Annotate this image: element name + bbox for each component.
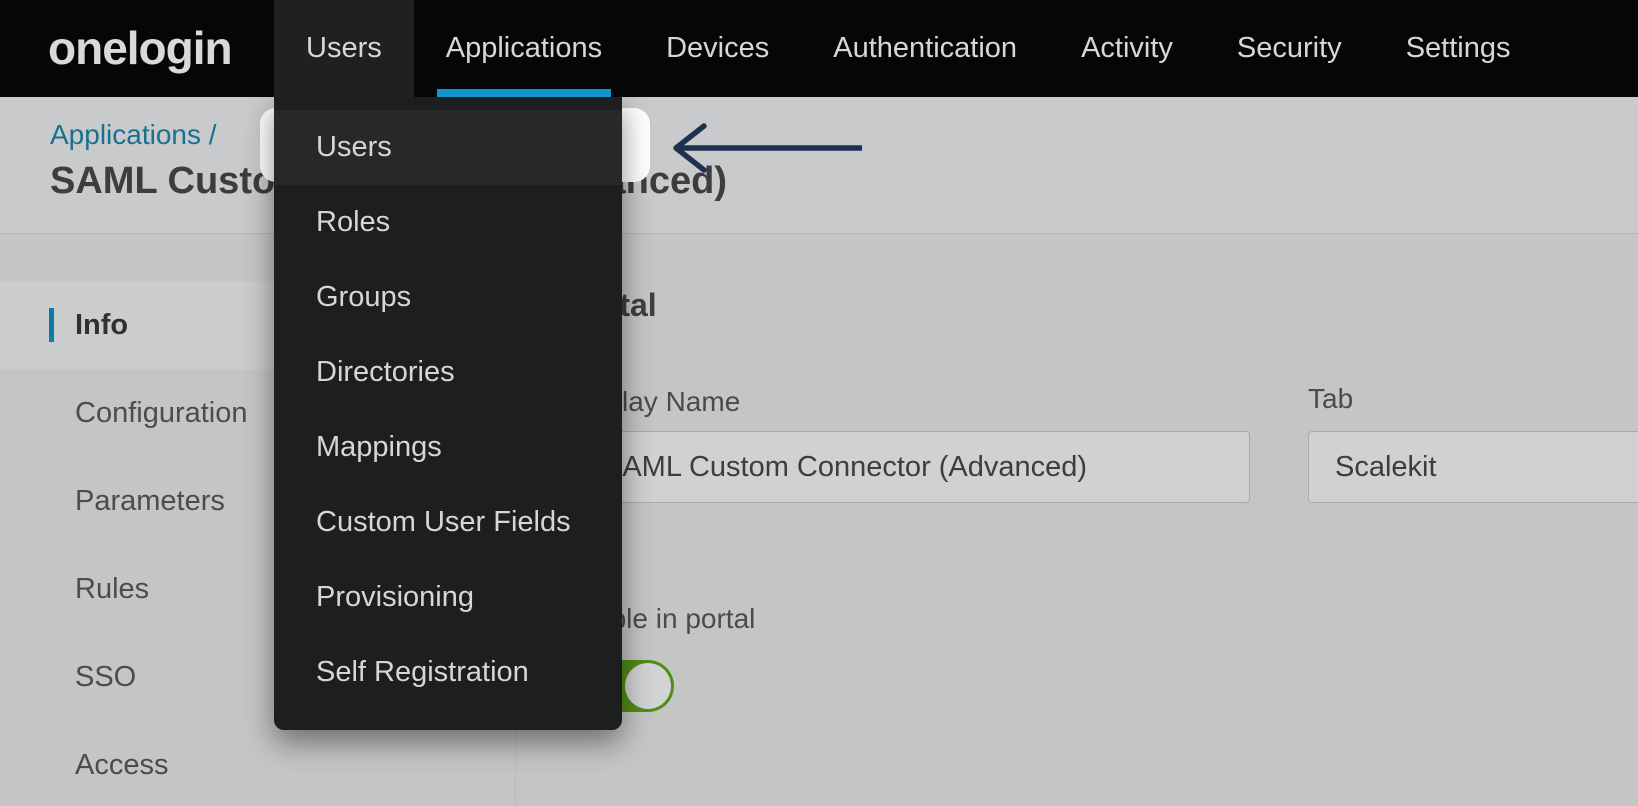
menu-item-groups[interactable]: Groups bbox=[274, 260, 622, 335]
breadcrumb[interactable]: Applications / bbox=[50, 119, 217, 151]
onelogin-admin-screen: Applications / SAML Custom Connector (Ad… bbox=[0, 0, 1638, 806]
users-dropdown-menu: Users Roles Groups Directories Mappings … bbox=[274, 97, 622, 730]
tab-input[interactable] bbox=[1308, 431, 1638, 503]
menu-item-roles[interactable]: Roles bbox=[274, 185, 622, 260]
left-arrow-icon bbox=[673, 123, 862, 173]
tab-label: Tab bbox=[1308, 383, 1354, 414]
main-nav: Users Applications Devices Authenticatio… bbox=[274, 0, 1542, 97]
menu-item-provisioning[interactable]: Provisioning bbox=[274, 560, 622, 635]
display-name-input[interactable] bbox=[578, 431, 1250, 503]
sidebar-item-access[interactable]: Access bbox=[0, 721, 515, 806]
menu-item-self-registration[interactable]: Self Registration bbox=[274, 635, 622, 710]
nav-item-settings[interactable]: Settings bbox=[1374, 0, 1543, 97]
nav-item-users[interactable]: Users bbox=[274, 0, 414, 97]
menu-item-directories[interactable]: Directories bbox=[274, 335, 622, 410]
menu-item-users[interactable]: Users bbox=[274, 110, 622, 185]
onelogin-logo[interactable]: onelogin bbox=[48, 0, 233, 97]
toggle-knob-icon bbox=[625, 663, 671, 709]
nav-item-devices[interactable]: Devices bbox=[634, 0, 801, 97]
nav-item-security[interactable]: Security bbox=[1205, 0, 1374, 97]
nav-item-activity[interactable]: Activity bbox=[1049, 0, 1205, 97]
menu-item-mappings[interactable]: Mappings bbox=[274, 410, 622, 485]
top-navbar: onelogin Users Applications Devices Auth… bbox=[0, 0, 1638, 97]
nav-item-authentication[interactable]: Authentication bbox=[801, 0, 1049, 97]
nav-item-applications[interactable]: Applications bbox=[414, 0, 634, 97]
menu-item-custom-user-fields[interactable]: Custom User Fields bbox=[274, 485, 622, 560]
